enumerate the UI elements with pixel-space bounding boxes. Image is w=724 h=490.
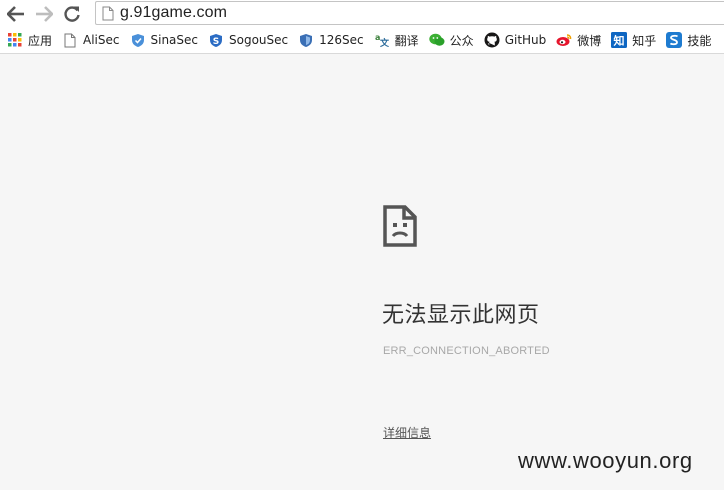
shield-icon — [130, 32, 146, 48]
page-icon — [62, 32, 78, 48]
bookmark-label: GitHub — [504, 33, 547, 47]
translate-icon: a 文 — [374, 32, 390, 48]
bookmark-label: AliSec — [83, 33, 120, 47]
bookmark-alisec[interactable]: AliSec — [56, 27, 123, 53]
wechat-icon — [428, 32, 445, 48]
bookmark-sogousec[interactable]: S SogouSec — [202, 27, 292, 53]
bookmark-label: 公众 — [449, 33, 474, 48]
bookmark-skills[interactable]: 技能 — [660, 27, 715, 53]
bookmark-label: 技能 — [687, 33, 712, 48]
s-logo-icon — [666, 32, 683, 48]
svg-text:文: 文 — [379, 37, 390, 48]
zhihu-icon: 知 — [611, 32, 628, 48]
watermark: www.wooyun.org — [518, 448, 693, 473]
bookmark-label: SinaSec — [150, 33, 199, 47]
bookmark-126sec[interactable]: 126Sec — [292, 27, 368, 53]
bookmark-label: 翻译 — [394, 33, 419, 48]
svg-text:S: S — [213, 37, 219, 47]
page-content: 无法显示此网页 ERR_CONNECTION_ABORTED 详细信息 www.… — [0, 54, 724, 490]
error-code: ERR_CONNECTION_ABORTED — [383, 345, 550, 357]
browser-toolbar: g.91game.com — [0, 0, 724, 27]
error-title: 无法显示此网页 — [382, 303, 540, 328]
bookmark-apps[interactable]: 应用 — [0, 27, 56, 53]
bookmarks-bar: 应用 AliSec SinaSec S SogouSec 126Sec a 文 … — [0, 27, 724, 54]
weibo-icon — [556, 32, 572, 48]
bookmark-label: 126Sec — [319, 33, 364, 47]
bookmark-sinasec[interactable]: SinaSec — [124, 27, 203, 53]
github-icon — [484, 32, 500, 48]
details-link[interactable]: 详细信息 — [383, 424, 431, 441]
address-bar[interactable]: g.91game.com — [95, 1, 724, 25]
bookmark-github[interactable]: GitHub — [478, 27, 551, 53]
forward-arrow-icon — [35, 5, 53, 22]
bookmark-label: SogouSec — [229, 33, 289, 47]
bookmark-wechat[interactable]: 公众 — [423, 27, 478, 53]
url-text[interactable]: g.91game.com — [120, 4, 227, 22]
back-button[interactable] — [5, 3, 27, 25]
forward-button[interactable] — [33, 3, 55, 25]
reload-button[interactable] — [61, 3, 83, 25]
reload-icon — [63, 5, 81, 23]
bookmark-label: 微博 — [577, 33, 602, 48]
shield-blue-icon — [298, 32, 314, 48]
bookmark-zhihu[interactable]: 知 知乎 — [605, 27, 660, 53]
page-icon — [102, 6, 114, 21]
shield-s-icon: S — [208, 32, 224, 48]
back-arrow-icon — [7, 5, 25, 22]
bookmark-translate[interactable]: a 文 翻译 — [368, 27, 423, 53]
bookmark-label: 知乎 — [632, 33, 657, 48]
bookmark-label: 应用 — [28, 33, 53, 48]
sad-page-icon — [383, 205, 417, 251]
apps-grid-icon — [7, 32, 23, 48]
svg-text:知: 知 — [613, 34, 625, 48]
bookmark-weibo[interactable]: 微博 — [550, 27, 605, 53]
